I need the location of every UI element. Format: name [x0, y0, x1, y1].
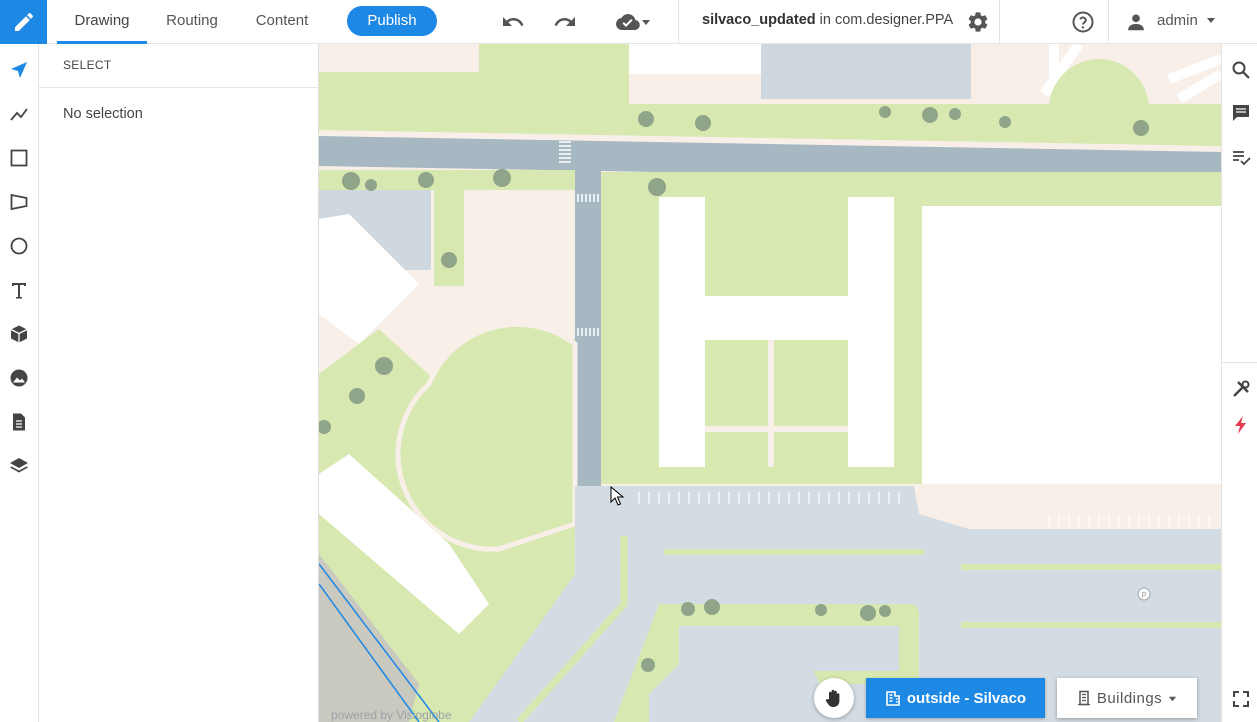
3d-box-icon [10, 325, 28, 343]
project-settings-button[interactable] [964, 8, 992, 36]
tab-content[interactable]: Content [247, 0, 317, 44]
project-name: silvaco_updated [702, 12, 816, 28]
parking-island [961, 622, 1221, 628]
vertical-road [575, 168, 601, 486]
polygon-tool-button[interactable] [7, 190, 31, 214]
parking-label: P [1141, 591, 1146, 600]
location-selector-button[interactable]: outside - Silvaco [866, 678, 1045, 718]
buildings-label: Buildings [1096, 689, 1163, 707]
tab-routing[interactable]: Routing [157, 0, 227, 44]
checklist-icon [1233, 151, 1251, 166]
3d-model-tool-button[interactable] [7, 322, 31, 346]
text-tool-button[interactable] [7, 278, 31, 302]
tools-icon [1233, 380, 1250, 397]
building [922, 206, 1221, 484]
parking-row [679, 626, 899, 671]
image-icon [10, 369, 28, 387]
redo-icon [554, 17, 575, 26]
select-tool-button[interactable] [7, 58, 31, 82]
map-canvas[interactable]: P powered by Visioglobe [319, 44, 1221, 722]
map-drawing[interactable]: P [319, 44, 1221, 722]
layers-tool-button[interactable] [7, 454, 31, 478]
user-name-label: admin [1157, 12, 1198, 29]
divider [1222, 362, 1257, 363]
caret-down-icon [1207, 18, 1216, 23]
edit-mode-button[interactable] [0, 0, 47, 44]
tasks-button[interactable] [1230, 146, 1252, 168]
undo-button[interactable] [499, 8, 527, 36]
caret-down-icon [1169, 696, 1177, 701]
buildings-dropdown[interactable]: Buildings [1057, 678, 1197, 718]
parking-island [664, 549, 924, 555]
right-toolbar [1221, 44, 1257, 722]
pencil-icon [14, 12, 33, 32]
rectangle-tool-button[interactable] [7, 146, 31, 170]
parking-island [961, 564, 1221, 570]
project-context: in com.designer.PPA [815, 12, 954, 28]
hand-icon [825, 689, 840, 707]
polyline-tool-button[interactable] [7, 102, 31, 126]
tools-button[interactable] [1230, 378, 1252, 400]
redo-button[interactable] [551, 8, 579, 36]
building [629, 44, 761, 74]
pan-mode-button[interactable] [814, 678, 854, 718]
building-icon [1077, 690, 1090, 706]
undo-icon [503, 17, 524, 26]
user-menu[interactable]: admin [1157, 0, 1216, 44]
top-bar: Drawing Routing Content Publish silvaco_… [0, 0, 1257, 44]
circle-icon [10, 237, 28, 255]
user-avatar[interactable] [1122, 8, 1150, 36]
lightning-icon [1235, 416, 1246, 434]
settings-icon [968, 12, 988, 32]
rectangle-icon [10, 149, 28, 167]
ground-area [319, 44, 479, 72]
panel-header: SELECT [39, 44, 318, 88]
drawing-toolbar [0, 44, 39, 722]
image-tool-button[interactable] [7, 366, 31, 390]
document-icon [13, 413, 25, 431]
comments-button[interactable] [1230, 102, 1252, 124]
document-tool-button[interactable] [7, 410, 31, 434]
tab-drawing[interactable]: Drawing [57, 0, 147, 44]
oval-lawn [395, 321, 578, 552]
mouse-cursor-icon [610, 486, 624, 506]
layers-icon [10, 458, 28, 473]
cloud-check-icon [616, 13, 640, 30]
location-label: outside - Silvaco [906, 689, 1027, 707]
polyline-icon [10, 108, 28, 121]
divider [678, 0, 679, 44]
project-title: silvaco_updated in com.designer.PPA [702, 0, 953, 44]
search-button[interactable] [1230, 59, 1252, 81]
save-status-button[interactable] [610, 8, 656, 36]
grass-strip [434, 190, 464, 286]
app-root: Drawing Routing Content Publish silvaco_… [0, 0, 1257, 722]
selection-panel: SELECT No selection [39, 44, 319, 722]
quick-actions-button[interactable] [1230, 414, 1252, 436]
no-selection-text: No selection [63, 106, 143, 122]
divider [1108, 0, 1109, 44]
comment-icon [1233, 105, 1249, 121]
user-icon [1128, 14, 1144, 31]
help-button[interactable] [1069, 8, 1097, 36]
caret-down-icon [642, 20, 650, 25]
polygon-icon [10, 193, 28, 211]
circle-tool-button[interactable] [7, 234, 31, 258]
text-icon [12, 283, 26, 299]
search-icon [1232, 61, 1250, 79]
publish-button[interactable]: Publish [347, 6, 437, 36]
fullscreen-icon [1233, 691, 1249, 707]
fullscreen-button[interactable] [1230, 688, 1252, 710]
help-icon [1072, 11, 1094, 33]
building-icon [886, 691, 900, 706]
building-roof [761, 44, 971, 99]
map-watermark: powered by Visioglobe [331, 708, 452, 722]
divider [999, 0, 1000, 44]
select-arrow-icon [11, 62, 27, 78]
